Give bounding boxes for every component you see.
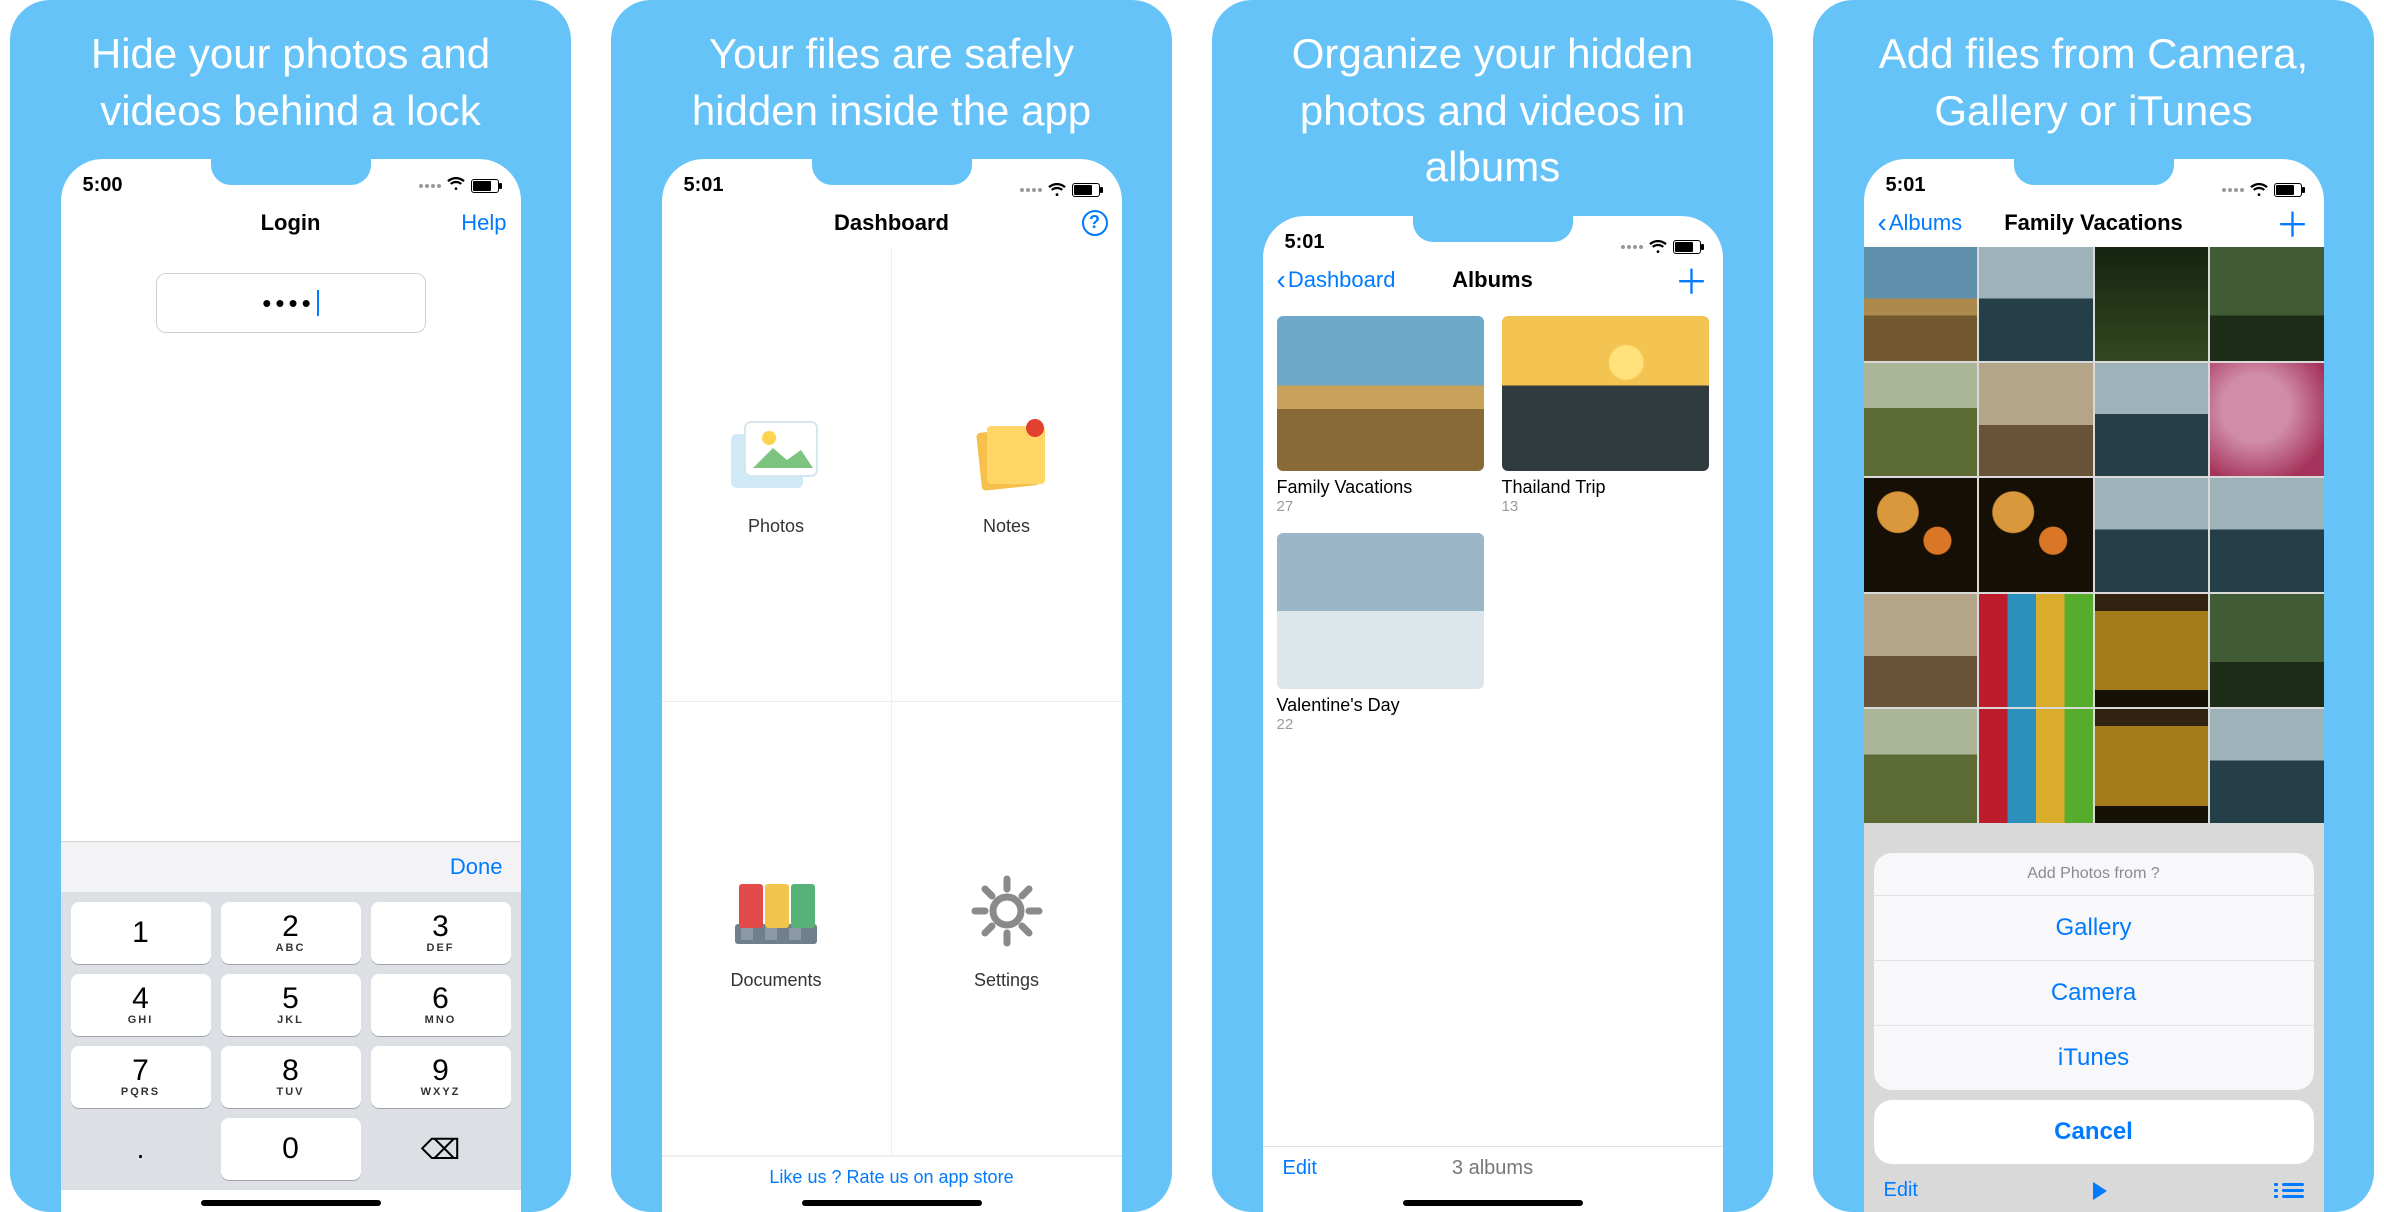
album-item[interactable]: Family Vacations27 bbox=[1277, 316, 1484, 515]
password-mask: •••• bbox=[262, 288, 314, 319]
album-thumbnail bbox=[1277, 533, 1484, 688]
help-icon[interactable]: ? bbox=[1082, 199, 1108, 246]
panel-caption: Hide your photos and videos behind a loc… bbox=[10, 0, 571, 159]
cellular-icon bbox=[2222, 188, 2244, 192]
dashboard-item-label: Notes bbox=[983, 516, 1030, 537]
status-time: 5:00 bbox=[83, 174, 123, 197]
chevron-left-icon: ‹ bbox=[1277, 266, 1286, 294]
wifi-icon bbox=[2250, 183, 2268, 197]
keypad-key-dot[interactable]: . bbox=[71, 1118, 211, 1180]
action-sheet-title: Add Photos from ? bbox=[1874, 853, 2314, 895]
action-sheet: Add Photos from ? Gallery Camera iTunes … bbox=[1874, 853, 2314, 1164]
notes-icon bbox=[952, 412, 1062, 502]
battery-icon bbox=[471, 179, 499, 193]
back-button[interactable]: ‹Albums bbox=[1878, 199, 1963, 246]
keyboard-done-button[interactable]: Done bbox=[450, 854, 503, 880]
battery-icon bbox=[1673, 240, 1701, 254]
album-name: Family Vacations bbox=[1277, 477, 1484, 498]
cellular-icon bbox=[419, 184, 441, 188]
dashboard-item-documents[interactable]: Documents bbox=[662, 702, 892, 1156]
numeric-keypad: 12ABC3DEF 4GHI5JKL6MNO 7PQRS8TUV9WXYZ.0⌫ bbox=[61, 892, 521, 1190]
album-count: 22 bbox=[1277, 716, 1484, 733]
battery-icon bbox=[1072, 183, 1100, 197]
album-count: 13 bbox=[1502, 498, 1709, 515]
status-time: 5:01 bbox=[684, 174, 724, 197]
panel-caption: Your files are safely hidden inside the … bbox=[611, 0, 1172, 159]
action-sheet-option-itunes[interactable]: iTunes bbox=[1874, 1025, 2314, 1090]
panel-caption: Organize your hidden photos and videos i… bbox=[1212, 0, 1773, 216]
photos-icon bbox=[721, 412, 831, 502]
nav-title: Login bbox=[261, 210, 321, 236]
cellular-icon bbox=[1621, 245, 1643, 249]
status-time: 5:01 bbox=[1285, 231, 1325, 254]
dashboard-item-label: Settings bbox=[974, 970, 1039, 991]
dashboard-item-settings[interactable]: Settings bbox=[892, 702, 1122, 1156]
action-sheet-cancel[interactable]: Cancel bbox=[1874, 1100, 2314, 1164]
keypad-delete[interactable]: ⌫ bbox=[371, 1118, 511, 1180]
album-thumbnail bbox=[1277, 316, 1484, 471]
password-input[interactable]: •••• bbox=[156, 273, 426, 333]
keypad-key-3[interactable]: 3DEF bbox=[371, 902, 511, 964]
documents-icon bbox=[721, 866, 831, 956]
keypad-key-6[interactable]: 6MNO bbox=[371, 974, 511, 1036]
nav-title: Family Vacations bbox=[2004, 210, 2183, 236]
keypad-key-0[interactable]: 0 bbox=[221, 1118, 361, 1180]
edit-button[interactable]: Edit bbox=[1884, 1179, 1918, 1202]
home-indicator bbox=[201, 1200, 381, 1206]
albums-count: 3 albums bbox=[1452, 1157, 1533, 1180]
help-button[interactable]: Help bbox=[461, 199, 506, 246]
list-view-icon[interactable] bbox=[2282, 1183, 2304, 1198]
album-thumbnail bbox=[1502, 316, 1709, 471]
add-button[interactable]: ＋ bbox=[2276, 199, 2310, 246]
nav-title: Dashboard bbox=[834, 210, 949, 236]
play-icon[interactable] bbox=[2093, 1182, 2107, 1200]
album-count: 27 bbox=[1277, 498, 1484, 515]
chevron-left-icon: ‹ bbox=[1878, 209, 1887, 237]
action-sheet-option-camera[interactable]: Camera bbox=[1874, 960, 2314, 1025]
keypad-key-2[interactable]: 2ABC bbox=[221, 902, 361, 964]
action-sheet-option-gallery[interactable]: Gallery bbox=[1874, 895, 2314, 960]
battery-icon bbox=[2274, 183, 2302, 197]
album-item[interactable]: Thailand Trip13 bbox=[1502, 316, 1709, 515]
keypad-key-1[interactable]: 1 bbox=[71, 902, 211, 964]
add-button[interactable]: ＋ bbox=[1675, 256, 1709, 303]
dashboard-item-notes[interactable]: Notes bbox=[892, 247, 1122, 701]
keypad-key-9[interactable]: 9WXYZ bbox=[371, 1046, 511, 1108]
back-button[interactable]: ‹Dashboard bbox=[1277, 256, 1396, 303]
rate-us-link[interactable]: Like us ? Rate us on app store bbox=[662, 1156, 1122, 1190]
album-item[interactable]: Valentine's Day22 bbox=[1277, 533, 1484, 732]
home-indicator bbox=[802, 1200, 982, 1206]
dashboard-item-label: Documents bbox=[730, 970, 821, 991]
home-indicator bbox=[1403, 1200, 1583, 1206]
dashboard-item-label: Photos bbox=[748, 516, 804, 537]
status-time: 5:01 bbox=[1886, 174, 1926, 197]
nav-title: Albums bbox=[1452, 267, 1533, 293]
gear-icon bbox=[952, 866, 1062, 956]
keypad-key-8[interactable]: 8TUV bbox=[221, 1046, 361, 1108]
keypad-key-7[interactable]: 7PQRS bbox=[71, 1046, 211, 1108]
cellular-icon bbox=[1020, 188, 1042, 192]
album-name: Valentine's Day bbox=[1277, 695, 1484, 716]
keypad-key-4[interactable]: 4GHI bbox=[71, 974, 211, 1036]
edit-button[interactable]: Edit bbox=[1283, 1157, 1343, 1180]
wifi-icon bbox=[447, 174, 465, 197]
wifi-icon bbox=[1649, 240, 1667, 254]
panel-caption: Add files from Camera, Gallery or iTunes bbox=[1813, 0, 2374, 159]
keypad-key-5[interactable]: 5JKL bbox=[221, 974, 361, 1036]
album-name: Thailand Trip bbox=[1502, 477, 1709, 498]
wifi-icon bbox=[1048, 183, 1066, 197]
dashboard-item-photos[interactable]: Photos bbox=[662, 247, 892, 701]
